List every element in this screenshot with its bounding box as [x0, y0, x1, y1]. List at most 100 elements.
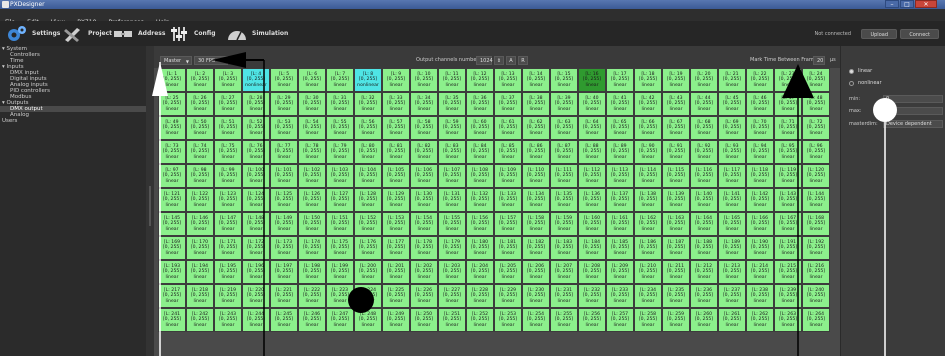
channel-cell[interactable]: [L: 69 [0, 255] linear	[718, 116, 746, 140]
channel-cell[interactable]: [L: 56 [0, 255] linear	[354, 116, 382, 140]
channel-cell[interactable]: [L: 6 [0, 255] linear	[298, 68, 326, 92]
channel-cell[interactable]: [L: 126 [0, 255] linear	[298, 188, 326, 212]
channel-cell[interactable]: [L: 90 [0, 255] linear	[634, 140, 662, 164]
splitter-grip[interactable]	[149, 186, 151, 226]
channel-cell[interactable]: [L: 62 [0, 255] linear	[522, 116, 550, 140]
channel-cell[interactable]: [L: 219 [0, 255] linear	[214, 284, 242, 308]
channel-cell[interactable]: [L: 209 [0, 255] linear	[606, 260, 634, 284]
channel-cell[interactable]: [L: 259 [0, 255] linear	[662, 308, 690, 332]
channel-cell[interactable]: [L: 207 [0, 255] linear	[550, 260, 578, 284]
channel-cell[interactable]: [L: 18 [0, 255] linear	[634, 68, 662, 92]
channel-cell[interactable]: [L: 183 [0, 255] linear	[550, 236, 578, 260]
channel-cell[interactable]: [L: 60 [0, 255] linear	[466, 116, 494, 140]
channel-cell[interactable]: [L: 125 [0, 255] linear	[270, 188, 298, 212]
channel-cell[interactable]: [L: 22 [0, 255] linear	[746, 68, 774, 92]
channel-cell[interactable]: [L: 61 [0, 255] linear	[494, 116, 522, 140]
channel-cell[interactable]: [L: 233 [0, 255] linear	[606, 284, 634, 308]
channel-cell[interactable]: [L: 45 [0, 255] linear	[718, 92, 746, 116]
channel-cell[interactable]: [L: 31 [0, 255] linear	[326, 92, 354, 116]
channel-cell[interactable]: [L: 135 [0, 255] linear	[550, 188, 578, 212]
channel-cell[interactable]: [L: 162 [0, 255] linear	[634, 212, 662, 236]
channel-cell[interactable]: [L: 178 [0, 255] linear	[410, 236, 438, 260]
channel-cell[interactable]: [L: 217 [0, 255] linear	[158, 284, 186, 308]
channel-cell[interactable]: [L: 235 [0, 255] linear	[662, 284, 690, 308]
channel-cell[interactable]: [L: 55 [0, 255] linear	[326, 116, 354, 140]
channel-cell[interactable]: [L: 216 [0, 255] linear	[802, 260, 830, 284]
channel-cell[interactable]: [L: 204 [0, 255] linear	[466, 260, 494, 284]
close-button[interactable]: ✕	[915, 0, 937, 8]
channel-cell[interactable]: [L: 141 [0, 255] linear	[718, 188, 746, 212]
channel-cell[interactable]: [L: 234 [0, 255] linear	[634, 284, 662, 308]
channel-cell[interactable]: [L: 33 [0, 255] linear	[382, 92, 410, 116]
channel-cell[interactable]: [L: 140 [0, 255] linear	[690, 188, 718, 212]
channel-cell[interactable]: [L: 199 [0, 255] linear	[326, 260, 354, 284]
channel-cell[interactable]: [L: 151 [0, 255] linear	[326, 212, 354, 236]
channel-cell[interactable]: [L: 49 [0, 255] linear	[158, 116, 186, 140]
channel-cell[interactable]: [L: 138 [0, 255] linear	[634, 188, 662, 212]
channel-cell[interactable]: [L: 218 [0, 255] linear	[186, 284, 214, 308]
channel-cell[interactable]: [L: 9 [0, 255] linear	[382, 68, 410, 92]
nonlinear-radio[interactable]: nonlinear	[849, 80, 882, 87]
channel-cell[interactable]: [L: 150 [0, 255] linear	[298, 212, 326, 236]
channel-cell[interactable]: [L: 132 [0, 255] linear	[466, 188, 494, 212]
channel-cell[interactable]: [L: 192 [0, 255] linear	[802, 236, 830, 260]
channel-cell[interactable]: [L: 187 [0, 255] linear	[662, 236, 690, 260]
channel-cell[interactable]: [L: 72 [0, 255] linear	[802, 116, 830, 140]
channel-cell[interactable]: [L: 229 [0, 255] linear	[494, 284, 522, 308]
channel-cell[interactable]: [L: 168 [0, 255] linear	[802, 212, 830, 236]
channel-cell[interactable]: [L: 194 [0, 255] linear	[186, 260, 214, 284]
channel-cell[interactable]: [L: 200 [0, 255] linear	[354, 260, 382, 284]
channel-cell[interactable]: [L: 12 [0, 255] linear	[466, 68, 494, 92]
channel-cell[interactable]: [L: 10 [0, 255] linear	[410, 68, 438, 92]
channel-cell[interactable]: [L: 226 [0, 255] linear	[410, 284, 438, 308]
channel-cell[interactable]: [L: 215 [0, 255] linear	[774, 260, 802, 284]
channel-cell[interactable]: [L: 52 [0, 255] linear	[242, 116, 270, 140]
channel-cell[interactable]: [L: 85 [0, 255] linear	[494, 140, 522, 164]
channel-cell[interactable]: [L: 257 [0, 255] linear	[606, 308, 634, 332]
toolbar-address[interactable]: Address	[112, 21, 165, 46]
channel-cell[interactable]: [L: 143 [0, 255] linear	[774, 188, 802, 212]
channel-cell[interactable]: [L: 231 [0, 255] linear	[550, 284, 578, 308]
channel-cell[interactable]: [L: 114 [0, 255] linear	[634, 164, 662, 188]
channel-cell[interactable]: [L: 157 [0, 255] linear	[494, 212, 522, 236]
channel-cell[interactable]: [L: 110 [0, 255] linear	[522, 164, 550, 188]
channel-cell[interactable]: [L: 250 [0, 255] linear	[410, 308, 438, 332]
channel-cell[interactable]: [L: 169 [0, 255] linear	[158, 236, 186, 260]
channel-cell[interactable]: [L: 105 [0, 255] linear	[382, 164, 410, 188]
channel-cell[interactable]: [L: 42 [0, 255] linear	[634, 92, 662, 116]
channel-cell[interactable]: [L: 240 [0, 255] linear	[802, 284, 830, 308]
channel-cell[interactable]: [L: 163 [0, 255] linear	[662, 212, 690, 236]
channel-cell[interactable]: [L: 8 [0, 255] nonlinear	[354, 68, 382, 92]
channel-cell[interactable]: [L: 118 [0, 255] linear	[746, 164, 774, 188]
min-input[interactable]: 0	[883, 95, 943, 103]
channel-cell[interactable]: [L: 63 [0, 255] linear	[550, 116, 578, 140]
mark-time-input[interactable]: 20	[813, 56, 825, 65]
channels-stepper[interactable]: ⇕	[494, 56, 504, 65]
channel-cell[interactable]: [L: 51 [0, 255] linear	[214, 116, 242, 140]
channel-cell[interactable]: [L: 214 [0, 255] linear	[746, 260, 774, 284]
channel-cell[interactable]: [L: 91 [0, 255] linear	[662, 140, 690, 164]
channel-cell[interactable]: [L: 144 [0, 255] linear	[802, 188, 830, 212]
channel-cell[interactable]: [L: 20 [0, 255] linear	[690, 68, 718, 92]
channel-cell[interactable]: [L: 87 [0, 255] linear	[550, 140, 578, 164]
channels-input[interactable]: 1024	[476, 56, 493, 65]
channel-cell[interactable]: [L: 205 [0, 255] linear	[494, 260, 522, 284]
channel-cell[interactable]: [L: 14 [0, 255] linear	[522, 68, 550, 92]
channel-cell[interactable]: [L: 92 [0, 255] linear	[690, 140, 718, 164]
channel-cell[interactable]: [L: 59 [0, 255] linear	[438, 116, 466, 140]
channel-cell[interactable]: [L: 46 [0, 255] linear	[746, 92, 774, 116]
channel-cell[interactable]: [L: 83 [0, 255] linear	[438, 140, 466, 164]
channel-cell[interactable]: [L: 201 [0, 255] linear	[382, 260, 410, 284]
channel-cell[interactable]: [L: 148 [0, 255] linear	[242, 212, 270, 236]
channel-cell[interactable]: [L: 173 [0, 255] linear	[270, 236, 298, 260]
channel-cell[interactable]: [L: 76 [0, 255] linear	[242, 140, 270, 164]
channel-cell[interactable]: [L: 264 [0, 255] linear	[802, 308, 830, 332]
channel-cell[interactable]: [L: 101 [0, 255] linear	[270, 164, 298, 188]
channel-cell[interactable]: [L: 94 [0, 255] linear	[746, 140, 774, 164]
channel-cell[interactable]: [L: 164 [0, 255] linear	[690, 212, 718, 236]
channel-cell[interactable]: [L: 170 [0, 255] linear	[186, 236, 214, 260]
r-button[interactable]: R	[518, 56, 528, 65]
channel-cell[interactable]: [L: 237 [0, 255] linear	[718, 284, 746, 308]
channel-cell[interactable]: [L: 142 [0, 255] linear	[746, 188, 774, 212]
masterdim-dropdown[interactable]: Device dependent	[883, 120, 943, 128]
